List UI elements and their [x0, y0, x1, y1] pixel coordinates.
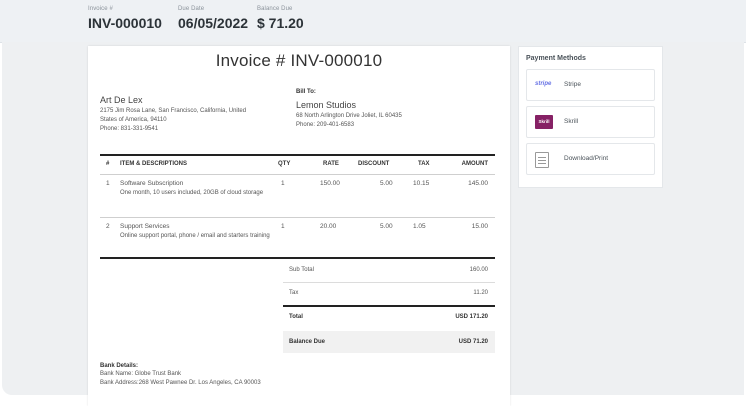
balance-due-row-value: USD 71.20 — [458, 339, 488, 345]
subtotal-label: Sub Total — [289, 267, 314, 273]
stripe-label: Stripe — [564, 81, 581, 88]
items-table-header: # ITEM & DESCRIPTIONS QTY RATE DISCOUNT … — [100, 154, 495, 175]
skrill-label: Skrill — [564, 118, 579, 125]
invoice-title: Invoice # INV-000010 — [215, 51, 383, 70]
tax-label: Tax — [289, 290, 299, 296]
row-rate: 150.00 — [320, 180, 340, 187]
table-row: 1 Software Subscription One month, 10 us… — [100, 179, 495, 215]
sender-block: Art De Lex 2175 Jim Rosa Lane, San Franc… — [100, 95, 290, 133]
table-bottom-rule — [100, 257, 495, 259]
table-row: 2 Support Services Online support portal… — [100, 222, 495, 258]
bill-to-label: Bill To: — [296, 89, 316, 95]
row-rate: 20.00 — [320, 223, 337, 230]
stripe-payment-button[interactable]: stripe Stripe — [526, 69, 655, 101]
row-tax: 10.15 — [413, 180, 430, 187]
balance-due-row-label: Balance Due — [289, 339, 326, 345]
balance-due-value: $ 71.20 — [257, 15, 304, 31]
invoice-sheet: Invoice # INV-000010 Art De Lex 2175 Jim… — [88, 46, 510, 406]
row-num: 1 — [106, 180, 110, 187]
row-item-description: One month, 10 users included, 20GB of cl… — [120, 190, 264, 196]
invoice-number-label: Invoice # — [88, 6, 113, 12]
bank-details-label: Bank Details: — [100, 363, 139, 369]
row-discount: 5.00 — [380, 180, 393, 187]
subtotal-value: 160.00 — [469, 267, 488, 273]
payment-methods-panel: Payment Methods stripe Stripe Skrill Skr… — [518, 46, 663, 188]
stripe-icon: stripe — [535, 81, 552, 87]
col-amount: AMOUNT — [461, 161, 488, 167]
total-label: Total — [289, 314, 303, 320]
payment-methods-title: Payment Methods — [526, 55, 586, 62]
bill-to-phone: Phone: 209-401-6583 — [296, 121, 355, 128]
total-row: Total USD 171.20 — [283, 307, 495, 327]
invoice-summary-bar: Invoice # INV-000010 Due Date 06/05/2022… — [0, 0, 746, 43]
sender-address-line1: 2175 Jim Rosa Lane, San Francisco, Calif… — [100, 108, 247, 114]
sender-name: Art De Lex — [100, 95, 143, 105]
col-discount: DISCOUNT — [358, 161, 390, 167]
tax-value: 11.20 — [473, 290, 488, 296]
balance-due-row: Balance Due USD 71.20 — [283, 331, 495, 353]
row-qty: 1 — [281, 180, 285, 187]
download-icon — [535, 152, 549, 168]
row-discount: 5.00 — [380, 223, 393, 230]
col-qty: QTY — [278, 161, 291, 167]
total-value: USD 171.20 — [455, 314, 488, 320]
sender-address-line2: States of America, 94110 — [100, 116, 167, 123]
tax-row: Tax 11.20 — [283, 283, 495, 303]
bank-address: Bank Address:268 West Pawnee Dr. Los Ang… — [100, 379, 261, 386]
sender-phone: Phone: 831-331-9541 — [100, 125, 159, 132]
invoice-number-value: INV-000010 — [88, 15, 162, 31]
skrill-icon: Skrill — [535, 115, 553, 129]
bill-to-address: 68 North Arlington Drive Joliet, IL 6043… — [296, 113, 402, 119]
row-amount: 15.00 — [471, 223, 488, 230]
balance-due-label: Balance Due — [257, 6, 293, 12]
download-print-label: Download/Print — [564, 155, 609, 162]
due-date-value: 06/05/2022 — [178, 15, 249, 31]
row-divider — [100, 217, 495, 218]
col-tax: TAX — [418, 161, 430, 167]
due-date-label: Due Date — [178, 6, 205, 12]
skrill-payment-button[interactable]: Skrill Skrill — [526, 106, 655, 138]
row-amount: 145.00 — [468, 180, 488, 187]
bill-to-name: Lemon Studios — [296, 100, 357, 110]
download-print-button[interactable]: Download/Print — [526, 143, 655, 175]
row-num: 2 — [106, 223, 110, 230]
col-item: ITEM & DESCRIPTIONS — [120, 161, 188, 167]
row-qty: 1 — [281, 223, 285, 230]
col-rate: RATE — [323, 161, 339, 167]
col-num: # — [106, 161, 110, 167]
bank-name: Bank Name: Globe Trust Bank — [100, 371, 182, 377]
invoice-number-block: Invoice # INV-000010 — [88, 6, 162, 31]
row-item-name: Support Services — [120, 223, 170, 230]
row-item-name: Software Subscription — [120, 180, 184, 187]
balance-due-block: Balance Due $ 71.20 — [257, 6, 304, 31]
subtotal-row: Sub Total 160.00 — [283, 260, 495, 280]
bill-to-block: Bill To: Lemon Studios 68 North Arlingto… — [296, 89, 496, 130]
row-item-description: Online support portal, phone / email and… — [120, 233, 270, 239]
due-date-block: Due Date 06/05/2022 — [178, 6, 248, 31]
row-tax: 1.05 — [413, 223, 426, 230]
bank-details: Bank Details: Bank Name: Globe Trust Ban… — [100, 363, 400, 387]
